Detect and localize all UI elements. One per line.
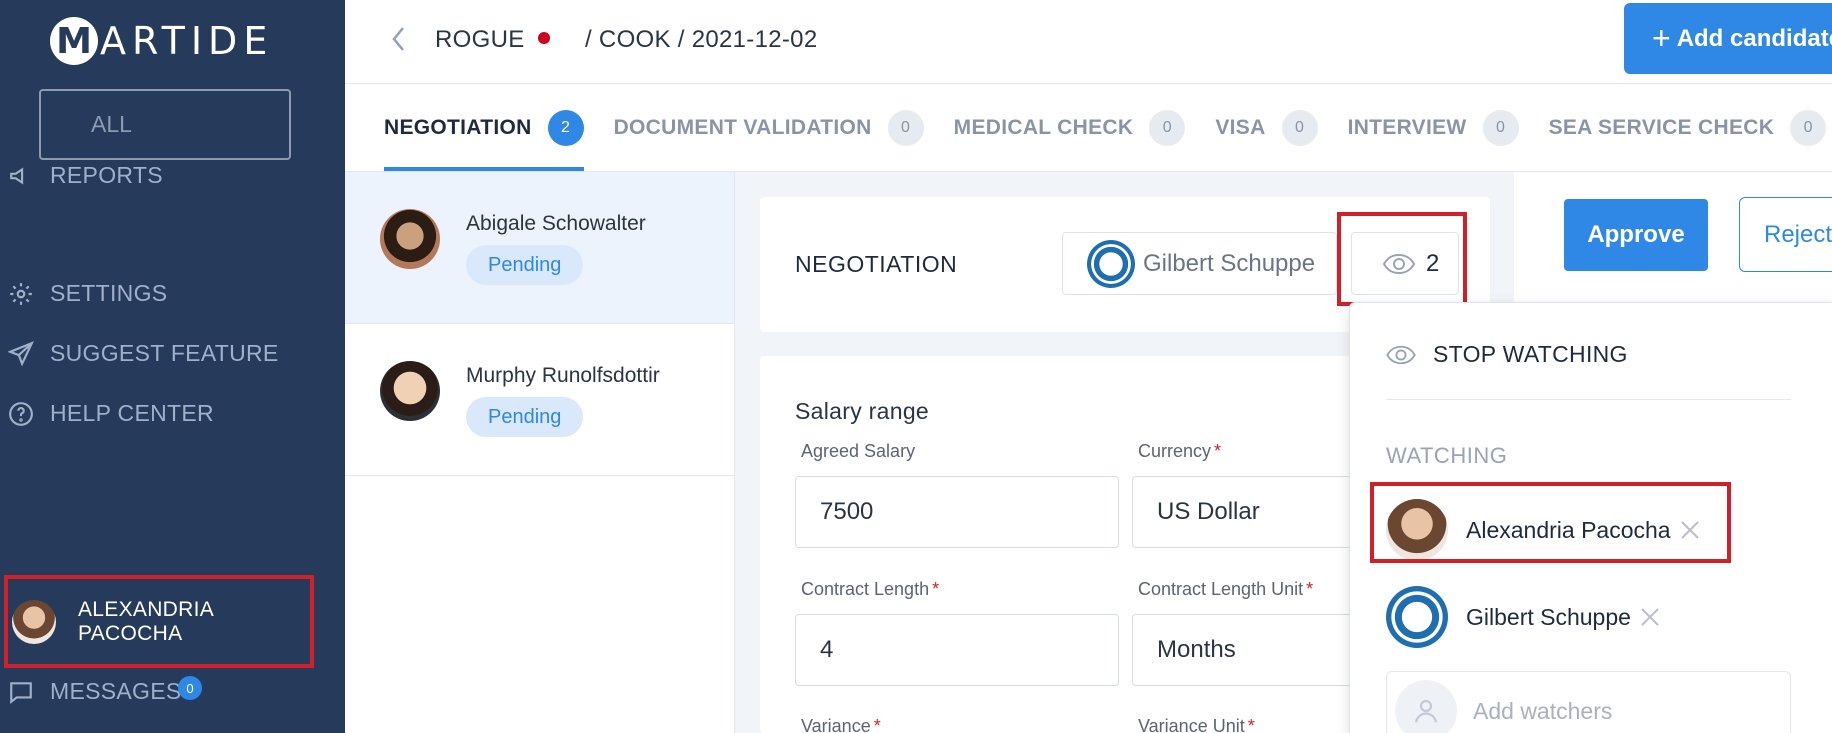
add-watchers-input[interactable]: Add watchers [1386,671,1791,733]
chevron-left-icon[interactable] [389,24,409,54]
tab-visa[interactable]: VISA 0 [1215,84,1318,171]
field-label: Agreed Salary [801,441,916,461]
sidebar-item-help-center[interactable]: HELP CENTER [8,400,214,427]
reject-button[interactable]: Reject [1739,197,1832,272]
sidebar-item-reports[interactable]: REPORTS [8,162,163,189]
chat-icon [10,681,32,704]
agreed-salary-input[interactable]: 7500 [795,476,1119,548]
logo-mark-icon: M [50,17,98,65]
watcher-name: Alexandria Pacocha [1466,516,1671,543]
megaphone-icon [10,166,24,185]
tab-negotiation[interactable]: NEGOTIATION 2 [384,84,584,171]
tab-count-badge: 0 [887,109,924,146]
user-icon [1395,680,1457,733]
sidebar-item-settings[interactable]: SETTINGS [8,280,167,307]
status-badge: Pending [466,397,584,437]
salary-form: Salary range Agreed Salary 7500 Currency… [760,356,1432,733]
tab-document-validation[interactable]: DOCUMENT VALIDATION 0 [614,84,924,171]
stage-title: NEGOTIATION [795,251,958,277]
field-label: Currency * [1138,441,1222,461]
tab-label: SEA SERVICE CHECK [1548,115,1775,139]
add-candidate-label: Add candidate [1676,24,1832,52]
sidebar-item-suggest-feature[interactable]: SUGGEST FEATURE [8,340,279,367]
sidebar: M ARTIDE REPORTS ALL SETTINGS SUGGEST FE… [0,0,345,733]
assignee-selector[interactable]: Gilbert Schuppe [1062,232,1337,295]
tab-count-badge: 2 [547,109,584,146]
candidate-list: Abigale Schowalter Pending Murphy Runolf… [345,172,735,733]
tab-label: INTERVIEW [1347,115,1467,139]
sidebar-item-label: SETTINGS [50,280,168,306]
add-candidate-button[interactable]: + Add candidate [1624,3,1832,74]
top-bar: ROGUE / COOK / 2021-12-02 + Add candidat… [345,0,1832,84]
watcher-name: Gilbert Schuppe [1466,603,1631,630]
tab-count-badge: 0 [1482,109,1519,146]
tab-label: VISA [1215,115,1266,139]
approve-button[interactable]: Approve [1564,199,1708,271]
field-label: Variance Unit * [1138,716,1255,733]
sidebar-item-label: MESSAGES [50,678,182,704]
tab-count-badge: 0 [1790,109,1827,146]
current-user[interactable]: ALEXANDRIA PACOCHA [4,575,314,668]
gear-icon [10,282,32,305]
watcher-item: Gilbert Schuppe [1386,586,1661,648]
contract-length-input[interactable]: 4 [795,614,1119,686]
field-label: Contract Length * [801,579,940,599]
tab-sea-service-check[interactable]: SEA SERVICE CHECK 0 [1549,84,1827,171]
sidebar-item-label: SUGGEST FEATURE [50,340,279,366]
avatar [1386,586,1448,648]
avatar [380,209,440,269]
tab-count-badge: 0 [1281,109,1318,146]
tab-medical-check[interactable]: MEDICAL CHECK 0 [954,84,1186,171]
filter-select-all[interactable]: ALL [39,89,291,160]
watching-heading: WATCHING [1386,443,1508,468]
list-item[interactable]: Abigale Schowalter Pending [345,172,734,324]
current-user-name: ALEXANDRIA PACOCHA [78,597,213,645]
stop-watching-label: STOP WATCHING [1433,341,1628,367]
watcher-count: 2 [1426,249,1440,277]
add-watchers-placeholder: Add watchers [1473,697,1613,724]
assignee-name: Gilbert Schuppe [1143,249,1316,277]
messages-count-badge: 0 [178,676,202,700]
list-item[interactable]: Murphy Runolfsdottir Pending [345,324,734,476]
avatar [380,361,440,421]
send-icon [8,340,34,367]
eye-icon [1386,345,1416,364]
breadcrumb-path: / COOK / 2021-12-02 [585,26,818,53]
divider [1386,399,1791,400]
tab-label: MEDICAL CHECK [953,115,1134,139]
candidate-name: Murphy Runolfsdottir [466,364,660,387]
tab-label: NEGOTIATION [384,115,532,139]
app-logo[interactable]: M ARTIDE [50,16,273,66]
breadcrumb-vessel[interactable]: ROGUE [435,26,525,54]
help-icon [9,401,33,426]
watchers-dropdown: STOP WATCHING WATCHING Alexandria Pacoch… [1349,302,1832,733]
stop-watching-button[interactable]: STOP WATCHING [1385,341,1628,368]
avatar [1087,239,1135,288]
watch-button[interactable]: 2 [1351,232,1459,295]
field-label: Variance * [801,716,881,733]
status-badge: Pending [466,245,584,285]
tab-interview[interactable]: INTERVIEW 0 [1348,84,1519,171]
close-icon[interactable] [1679,519,1701,541]
plus-icon: + [1652,20,1671,56]
stage-tabs: NEGOTIATION 2 DOCUMENT VALIDATION 0 MEDI… [345,84,1832,172]
logo-text: ARTIDE [100,19,274,63]
avatar [12,599,56,644]
close-icon[interactable] [1639,606,1661,628]
sidebar-item-label: REPORTS [50,162,163,188]
eye-icon [1382,253,1416,274]
avatar [1386,499,1448,561]
tab-label: DOCUMENT VALIDATION [613,115,872,139]
field-label: Contract Length Unit * [1138,579,1314,599]
tab-count-badge: 0 [1149,109,1186,146]
status-dot [538,32,550,44]
candidate-name: Abigale Schowalter [466,212,646,235]
section-title: Salary range [795,398,930,424]
sidebar-item-label: HELP CENTER [50,400,214,426]
watcher-item: Alexandria Pacocha [1386,499,1701,561]
sidebar-item-messages[interactable]: MESSAGES [8,678,182,705]
